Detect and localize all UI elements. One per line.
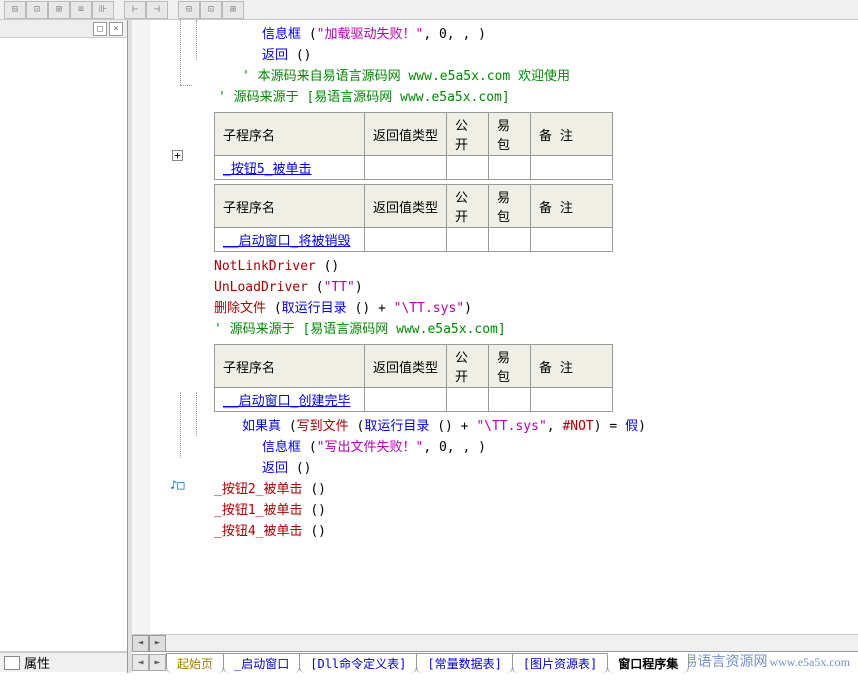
left-panel-footer[interactable]: 属性 <box>0 652 127 672</box>
toolbar: ⊟ ⊡ ⊞ ≡ ⊪ ⊢ ⊣ ⊟ ⊡ ⊞ <box>0 0 858 20</box>
sub-name-link[interactable]: __启动窗口_将被销毁 <box>223 234 350 249</box>
toolbar-btn[interactable]: ⊣ <box>146 1 168 19</box>
toolbar-btn[interactable]: ⊢ <box>124 1 146 19</box>
code-body[interactable]: + ♪□ 信息框 ("加载驱动失败！", 0, , ) 返回 () ' 本源码来… <box>132 20 858 634</box>
toolbar-btn[interactable]: ≡ <box>70 1 92 19</box>
toolbar-btn[interactable]: ⊞ <box>48 1 70 19</box>
scroll-left-icon[interactable]: ◄ <box>132 635 149 652</box>
tree-col: + ♪□ <box>150 20 202 634</box>
toolbar-btn[interactable]: ⊟ <box>4 1 26 19</box>
tab-const[interactable]: [常量数据表] <box>416 653 512 673</box>
horizontal-scrollbar[interactable]: ◄ ► <box>132 634 858 651</box>
watermark: 易语言资源网www.e5a5x.com <box>683 651 850 671</box>
scroll-right-icon[interactable]: ► <box>149 635 166 652</box>
panel-minimize-icon[interactable]: □ <box>93 22 107 36</box>
tab-window-assembly[interactable]: 窗口程序集 <box>607 653 689 673</box>
left-panel-body <box>0 38 127 652</box>
breakpoint-icon[interactable]: ♪□ <box>170 478 184 492</box>
tab-dll[interactable]: [Dll命令定义表] <box>299 653 417 673</box>
toolbar-btn[interactable]: ⊡ <box>26 1 48 19</box>
toolbar-btn[interactable]: ⊟ <box>178 1 200 19</box>
toolbar-btn[interactable]: ⊪ <box>92 1 114 19</box>
sub-name-link[interactable]: _按钮5_被单击 <box>223 162 311 177</box>
tab-prev-icon[interactable]: ◄ <box>132 654 149 671</box>
sub-name-link[interactable]: __启动窗口_创建完毕 <box>223 394 350 409</box>
code-panel: + ♪□ 信息框 ("加载驱动失败！", 0, , ) 返回 () ' 本源码来… <box>132 20 858 673</box>
tab-next-icon[interactable]: ► <box>149 654 166 671</box>
toolbar-btn[interactable]: ⊞ <box>222 1 244 19</box>
tab-startwindow[interactable]: _启动窗口 <box>223 653 300 673</box>
sub-table-3: 子程序名返回值类型公开易包备 注 __启动窗口_创建完毕 <box>214 344 613 412</box>
sub-table-1: 子程序名返回值类型公开易包备 注 _按钮5_被单击 <box>214 112 613 180</box>
properties-icon <box>4 656 20 670</box>
left-panel: □ × 属性 <box>0 20 128 673</box>
tab-image[interactable]: [图片资源表] <box>512 653 608 673</box>
sub-table-2: 子程序名返回值类型公开易包备 注 __启动窗口_将被销毁 <box>214 184 613 252</box>
panel-close-icon[interactable]: × <box>109 22 123 36</box>
tab-start[interactable]: 起始页 <box>166 653 224 673</box>
toolbar-btn[interactable]: ⊡ <box>200 1 222 19</box>
properties-label: 属性 <box>24 653 50 672</box>
expand-icon[interactable]: + <box>172 150 183 161</box>
gutter <box>132 20 150 634</box>
